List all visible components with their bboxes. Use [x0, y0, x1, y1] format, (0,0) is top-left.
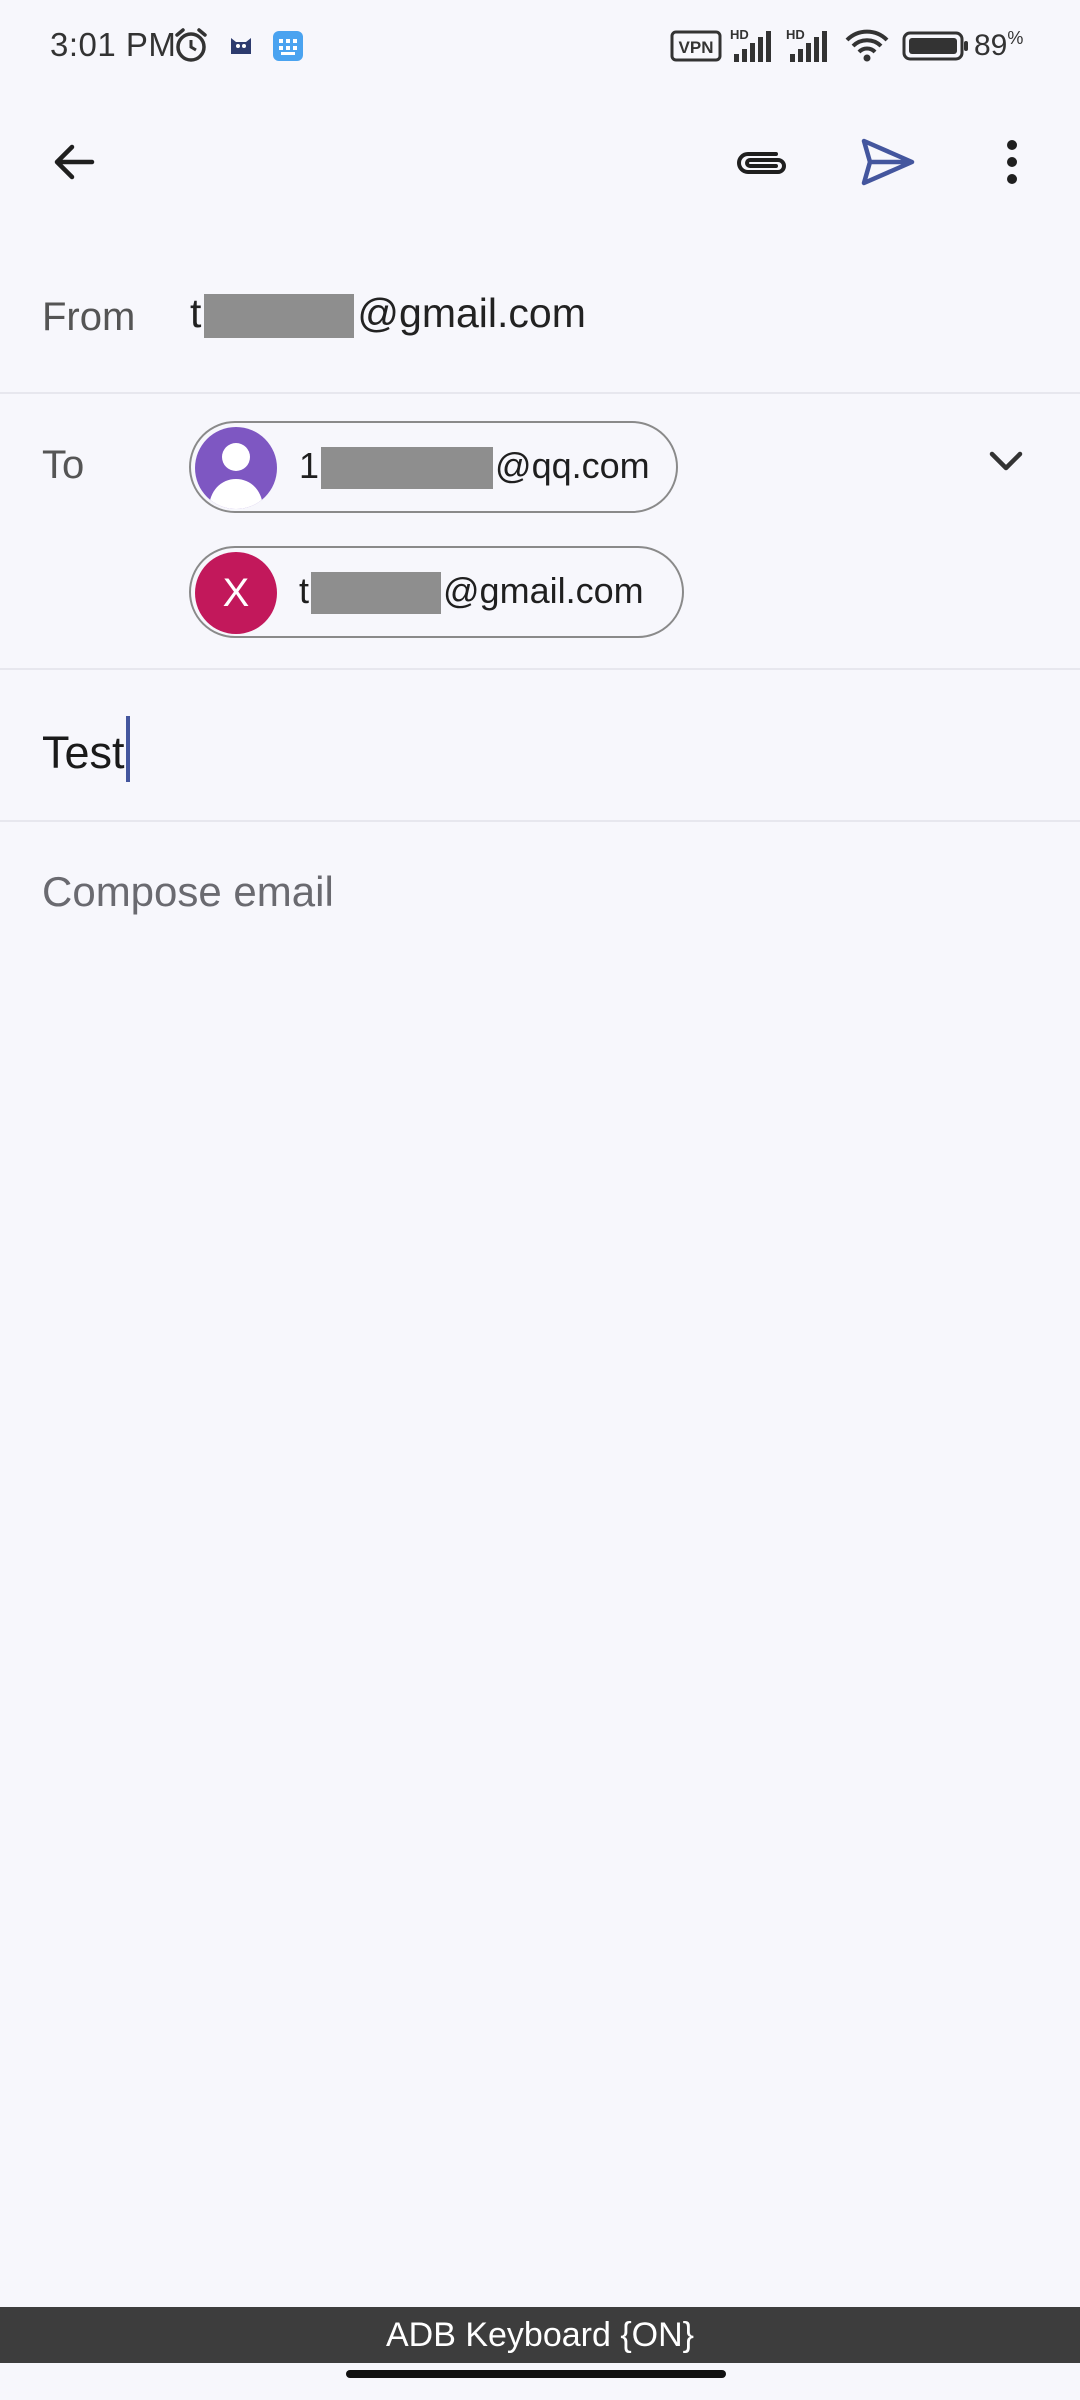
home-indicator[interactable]	[346, 2370, 726, 2378]
svg-text:HD: HD	[786, 27, 805, 42]
chevron-down-icon	[989, 451, 1023, 471]
send-button[interactable]	[838, 112, 938, 212]
divider	[0, 668, 1080, 670]
expand-recipients-button[interactable]	[970, 425, 1042, 497]
text-cursor	[125, 716, 130, 782]
back-button[interactable]	[24, 112, 124, 212]
status-time: 3:01 PM	[50, 26, 177, 63]
svg-text:VPN: VPN	[679, 38, 714, 57]
wifi-icon	[844, 28, 890, 69]
cat-app-icon	[228, 30, 254, 61]
person-avatar-icon	[195, 427, 277, 509]
keyboard-app-icon	[272, 30, 304, 67]
arrow-back-icon	[54, 144, 95, 180]
redacted-block	[321, 447, 494, 490]
recipient-chip[interactable]: 1 @qq.com	[189, 421, 678, 513]
recipient-email: 1 @qq.com	[299, 445, 650, 490]
status-bar: 3:01 PM VPN HD HD 89%	[0, 0, 1080, 96]
divider	[0, 820, 1080, 822]
battery-icon	[902, 31, 970, 66]
redacted-block	[204, 294, 355, 339]
divider	[0, 392, 1080, 394]
send-icon	[861, 138, 915, 186]
vpn-icon: VPN	[670, 30, 722, 67]
redacted-block	[311, 572, 442, 615]
hd-signal-icon: HD	[786, 26, 834, 69]
from-field[interactable]: t @gmail.com	[190, 290, 586, 339]
recipient-email: t @gmail.com	[299, 570, 644, 615]
attach-button[interactable]	[712, 112, 812, 212]
more-vert-icon	[1007, 140, 1017, 184]
alarm-icon	[172, 26, 210, 69]
battery-percent: 89%	[974, 28, 1024, 62]
to-label: To	[42, 443, 85, 487]
from-label: From	[42, 295, 136, 339]
recipient-chip[interactable]: X t @gmail.com	[189, 546, 684, 638]
more-options-button[interactable]	[962, 112, 1062, 212]
subject-input[interactable]: Test	[42, 716, 130, 782]
compose-toolbar	[0, 112, 1080, 212]
hd-signal-icon: HD	[730, 26, 778, 69]
compose-body-input[interactable]: Compose email	[42, 868, 334, 916]
keyboard-status-bar: ADB Keyboard {ON}	[0, 2307, 1080, 2363]
svg-text:HD: HD	[730, 27, 749, 42]
avatar: X	[195, 552, 277, 634]
paperclip-icon	[737, 152, 786, 174]
